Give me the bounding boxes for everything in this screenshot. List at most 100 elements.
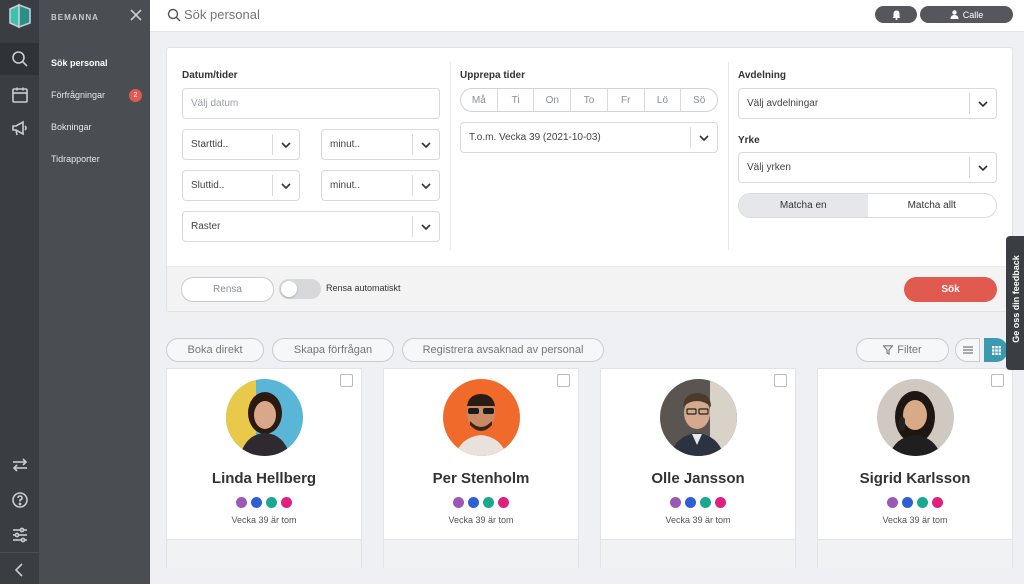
skill-dot	[236, 497, 247, 508]
department-select[interactable]: Välj avdelningar	[738, 88, 997, 119]
nav-panel: BEMANNA Sök personal Förfrågningar 2 Bok…	[39, 0, 150, 584]
staff-card[interactable]: Sigrid Karlsson Vecka 39 är tom	[817, 368, 1013, 568]
skill-dot	[483, 497, 494, 508]
match-one-option[interactable]: Matcha en	[739, 194, 868, 217]
requests-count-badge: 2	[129, 89, 142, 102]
skill-dots	[601, 497, 795, 508]
skill-dot	[468, 497, 479, 508]
nav-item-time-reports[interactable]: Tidrapporter	[51, 154, 100, 164]
day-toggle-fri[interactable]: Fr	[608, 89, 645, 111]
availability-text: Vecka 39 är tom	[665, 515, 731, 525]
avatar	[226, 379, 303, 456]
staff-card[interactable]: Per Stenholm Vecka 39 är tom	[383, 368, 579, 568]
skill-dots	[167, 497, 361, 508]
break-value: Raster	[191, 221, 221, 232]
department-value: Välj avdelningar	[747, 98, 819, 109]
date-placeholder: Välj datum	[191, 98, 239, 109]
select-checkbox[interactable]	[557, 374, 570, 387]
toggle-knob	[281, 281, 297, 297]
app-logo-icon[interactable]	[7, 3, 33, 29]
chevron-down-icon	[690, 127, 717, 148]
user-menu-button[interactable]: Calle	[920, 6, 1013, 23]
card-footer	[167, 539, 361, 568]
search-input[interactable]	[184, 7, 484, 22]
staff-card[interactable]: Linda Hellberg Vecka 39 är tom	[166, 368, 362, 568]
nav-item-requests[interactable]: Förfrågningar	[51, 90, 105, 100]
profession-select[interactable]: Välj yrken	[738, 152, 997, 183]
break-select[interactable]: Raster	[182, 211, 440, 242]
user-icon	[950, 10, 959, 19]
start-minute-select[interactable]: minut..	[321, 129, 440, 160]
search-filter-panel: Datum/tider Välj datum Starttid.. minut.…	[166, 47, 1013, 312]
select-checkbox[interactable]	[340, 374, 353, 387]
skill-dot	[670, 497, 681, 508]
feedback-tab[interactable]: Ge oss din feedback	[1006, 236, 1024, 370]
icon-rail	[0, 0, 39, 584]
skill-dot	[281, 497, 292, 508]
day-toggle-tue[interactable]: Ti	[498, 89, 535, 111]
search-icon[interactable]	[0, 43, 39, 75]
filter-icon	[883, 345, 894, 355]
availability-text: Vecka 39 är tom	[882, 515, 948, 525]
select-checkbox[interactable]	[774, 374, 787, 387]
end-hour-select[interactable]: Sluttid..	[182, 170, 300, 201]
skill-dot	[498, 497, 509, 508]
start-hour-value: Starttid..	[191, 139, 229, 150]
day-toggle-sun[interactable]: Sö	[681, 89, 717, 111]
chevron-down-icon	[412, 175, 439, 196]
start-hour-select[interactable]: Starttid..	[182, 129, 300, 160]
day-toggle-wed[interactable]: On	[534, 89, 572, 111]
user-name: Calle	[962, 9, 984, 20]
card-footer	[601, 539, 795, 568]
end-minute-select[interactable]: minut..	[321, 170, 440, 201]
bell-icon	[892, 10, 900, 20]
book-direct-button[interactable]: Boka direkt	[166, 338, 264, 362]
chevron-down-icon	[272, 175, 299, 196]
feedback-label: Ge oss din feedback	[1011, 255, 1021, 343]
chevron-down-icon	[969, 157, 996, 178]
help-icon[interactable]	[0, 484, 39, 516]
date-picker-input[interactable]: Välj datum	[182, 88, 440, 119]
skill-dot	[453, 497, 464, 508]
staff-name: Sigrid Karlsson	[859, 470, 971, 487]
skill-dot	[902, 497, 913, 508]
search-button[interactable]: Sök	[904, 277, 997, 302]
megaphone-icon[interactable]	[0, 112, 39, 144]
skill-dot	[715, 497, 726, 508]
day-toggle-sat[interactable]: Lö	[645, 89, 682, 111]
switch-arrows-icon[interactable]	[0, 449, 39, 481]
skill-dot	[932, 497, 943, 508]
column-divider	[450, 62, 451, 250]
collapse-chevron-icon[interactable]	[0, 554, 39, 584]
select-checkbox[interactable]	[991, 374, 1004, 387]
day-toggle-thu[interactable]: To	[571, 89, 608, 111]
skill-dot	[251, 497, 262, 508]
staff-card[interactable]: Olle Jansson Vecka 39 är tom	[600, 368, 796, 568]
start-minute-value: minut..	[330, 139, 361, 150]
calendar-icon[interactable]	[0, 79, 39, 111]
create-request-button[interactable]: Skapa förfrågan	[272, 338, 394, 362]
department-label: Avdelning	[738, 70, 786, 81]
notifications-button[interactable]	[875, 6, 917, 23]
end-minute-value: minut..	[330, 180, 361, 191]
sliders-icon[interactable]	[0, 519, 39, 551]
match-all-option[interactable]: Matcha allt	[868, 194, 997, 217]
grid-icon	[991, 345, 1001, 355]
auto-clear-toggle[interactable]	[279, 279, 321, 299]
search-icon	[167, 8, 181, 27]
close-icon[interactable]	[129, 8, 143, 22]
filter-button[interactable]: Filter	[856, 338, 949, 362]
register-absence-button[interactable]: Registrera avsaknad av personal	[402, 338, 604, 362]
grid-view-button[interactable]	[984, 338, 1008, 362]
day-toggle-mon[interactable]: Må	[461, 89, 498, 111]
nav-item-bookings[interactable]: Bokningar	[51, 122, 92, 132]
end-hour-value: Sluttid..	[191, 180, 225, 191]
skill-dot	[266, 497, 277, 508]
repeat-until-value: T.o.m. Vecka 39 (2021-10-03)	[469, 132, 601, 143]
profession-value: Välj yrken	[747, 162, 791, 173]
auto-clear-label: Rensa automatiskt	[326, 283, 401, 293]
repeat-until-select[interactable]: T.o.m. Vecka 39 (2021-10-03)	[460, 122, 718, 153]
nav-item-search-staff[interactable]: Sök personal	[51, 58, 108, 68]
list-view-button[interactable]	[955, 338, 980, 362]
clear-button[interactable]: Rensa	[181, 277, 274, 302]
